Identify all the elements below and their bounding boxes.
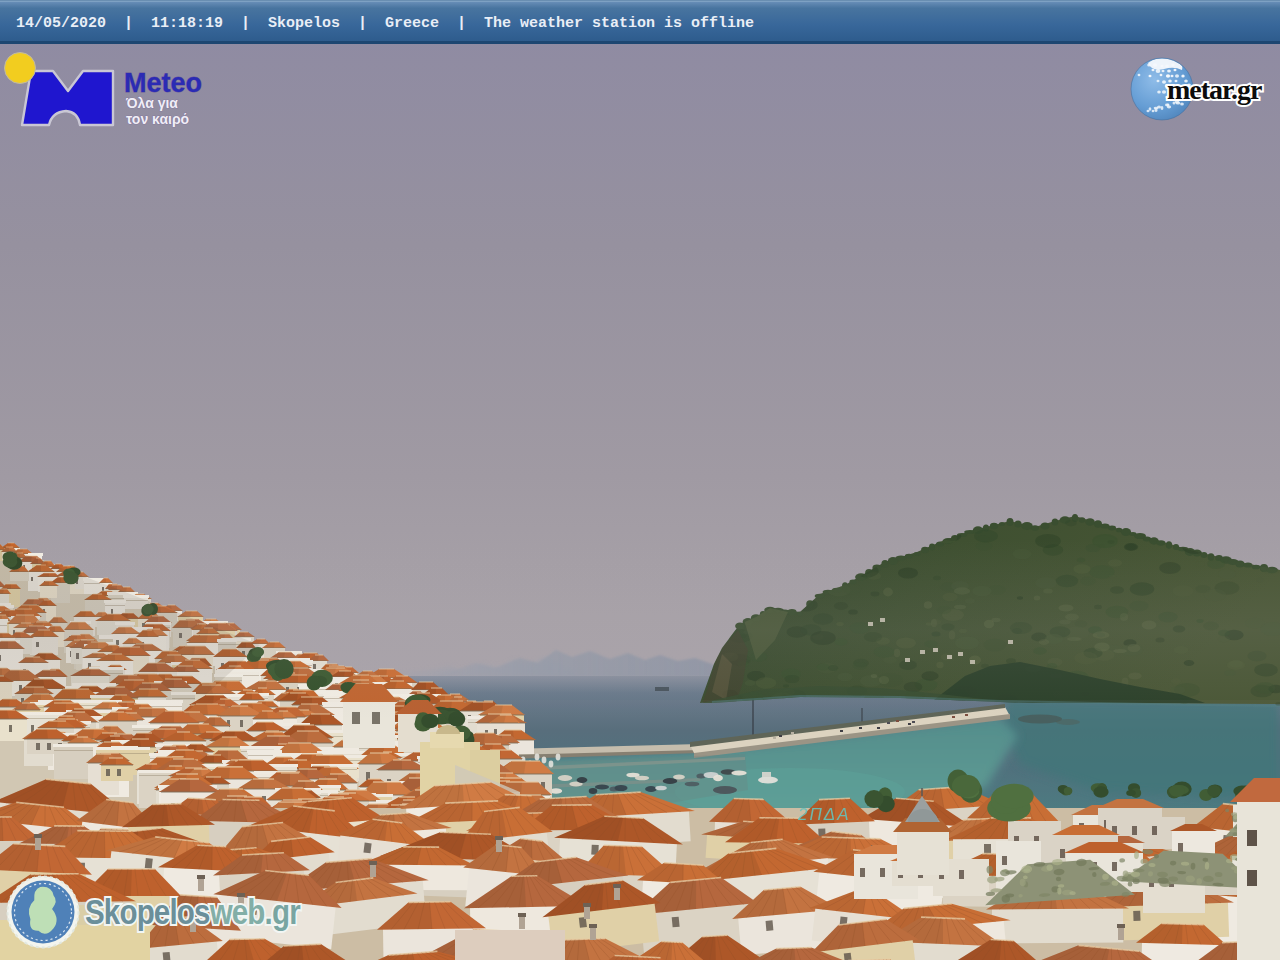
svg-text:metar.gr: metar.gr [1167, 74, 1262, 105]
svg-text:Skopelosweb.gr: Skopelosweb.gr [85, 891, 301, 931]
svg-text:14/05/2020 | 11:18:19 | Sk: 14/05/2020 | 11:18:19 | Skopelos | Greec… [16, 15, 754, 32]
svg-text:Meteo: Meteo [124, 68, 202, 98]
svg-text:Όλα για: Όλα για [125, 95, 178, 111]
svg-text:τον καιρό: τον καιρό [126, 111, 189, 127]
